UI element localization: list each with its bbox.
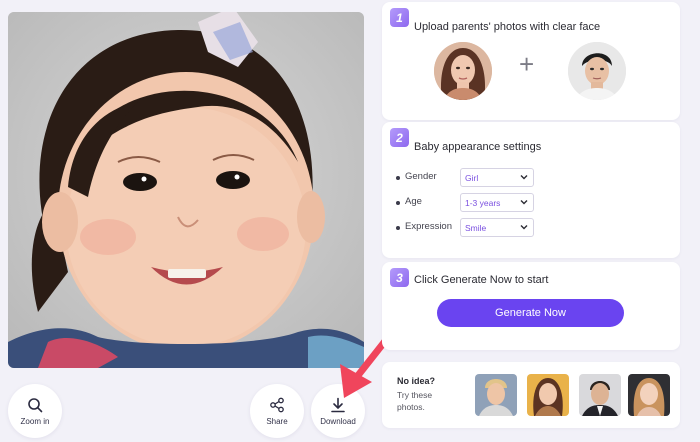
generate-card: 3 Click Generate Now to start Generate N… bbox=[382, 262, 680, 350]
share-label: Share bbox=[266, 416, 288, 426]
expression-select[interactable]: Smile bbox=[460, 218, 534, 237]
share-icon bbox=[270, 397, 284, 412]
chevron-down-icon bbox=[520, 200, 528, 205]
age-label: Age bbox=[405, 196, 422, 207]
generate-now-button[interactable]: Generate Now bbox=[437, 299, 624, 327]
age-setting: Age 1-3 years bbox=[396, 193, 556, 213]
baby-settings-card: 2 Baby appearance settings Gender Girl A… bbox=[382, 122, 680, 258]
chevron-down-icon bbox=[520, 225, 528, 230]
upload-parents-card: 1 Upload parents' photos with clear face… bbox=[382, 2, 680, 120]
gender-label: Gender bbox=[405, 171, 437, 182]
parent-photo-mother[interactable] bbox=[434, 42, 492, 100]
search-icon bbox=[28, 397, 43, 412]
gender-select[interactable]: Girl bbox=[460, 168, 534, 187]
expression-label: Expression bbox=[405, 221, 452, 232]
step-3-badge: 3 bbox=[390, 268, 409, 287]
step-1-badge: 1 bbox=[390, 8, 409, 27]
expression-setting: Expression Smile bbox=[396, 218, 556, 238]
age-select[interactable]: 1-3 years bbox=[460, 193, 534, 212]
zoom-in-button[interactable]: Zoom in bbox=[8, 384, 62, 438]
sample-photo-1[interactable] bbox=[475, 374, 517, 416]
sample-photos-card: No idea? Try these photos. bbox=[382, 362, 680, 428]
gender-setting: Gender Girl bbox=[396, 168, 556, 188]
share-button[interactable]: Share bbox=[250, 384, 304, 438]
step-3-title: Click Generate Now to start bbox=[414, 274, 549, 286]
no-idea-title: No idea? bbox=[397, 376, 436, 386]
expression-value: Smile bbox=[465, 223, 487, 233]
age-value: 1-3 years bbox=[465, 198, 501, 208]
step-2-badge: 2 bbox=[390, 128, 409, 147]
gender-value: Girl bbox=[465, 173, 479, 183]
sample-photo-3[interactable] bbox=[579, 374, 621, 416]
no-idea-subtitle: Try these photos. bbox=[397, 390, 433, 412]
plus-icon: + bbox=[519, 49, 535, 79]
zoom-in-label: Zoom in bbox=[20, 416, 50, 426]
sample-photo-4[interactable] bbox=[628, 374, 670, 416]
chevron-down-icon bbox=[520, 175, 528, 180]
parent-photo-father[interactable] bbox=[568, 42, 626, 100]
sample-photo-2[interactable] bbox=[527, 374, 569, 416]
step-2-title: Baby appearance settings bbox=[414, 141, 542, 153]
download-label: Download bbox=[320, 416, 356, 426]
generated-baby-photo bbox=[8, 12, 364, 368]
step-1-title: Upload parents' photos with clear face bbox=[414, 21, 601, 33]
